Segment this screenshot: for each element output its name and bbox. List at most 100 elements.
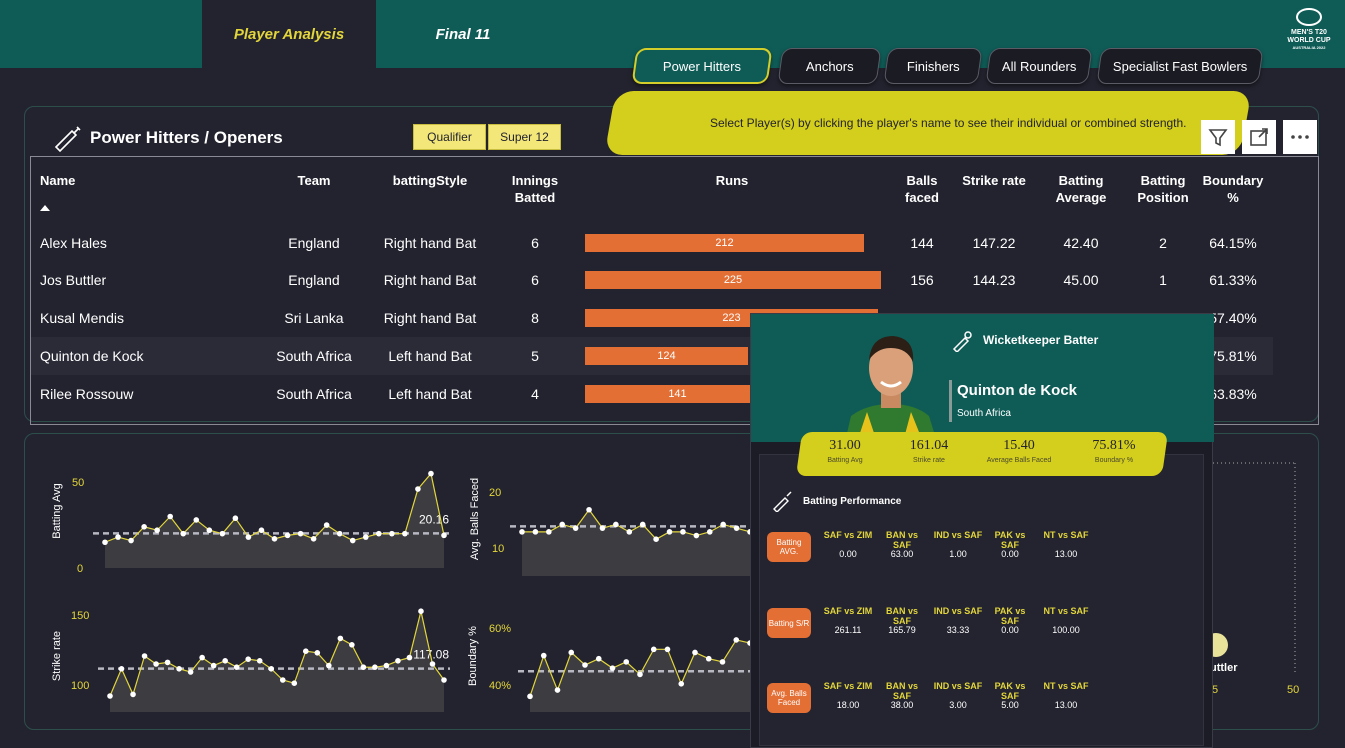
data-point[interactable] — [639, 521, 646, 528]
data-point[interactable] — [540, 652, 547, 659]
data-point[interactable] — [372, 664, 378, 670]
data-point[interactable] — [527, 693, 533, 700]
data-point[interactable] — [653, 536, 659, 542]
data-point[interactable] — [206, 527, 213, 534]
data-point[interactable] — [383, 662, 390, 669]
data-point[interactable] — [719, 659, 726, 665]
reference-value-label: 20.16 — [419, 512, 449, 526]
data-point[interactable] — [233, 664, 240, 670]
data-point[interactable] — [302, 648, 309, 654]
data-point[interactable] — [706, 529, 713, 535]
data-point[interactable] — [271, 536, 278, 542]
data-point[interactable] — [376, 530, 382, 537]
data-point[interactable] — [199, 654, 205, 661]
data-point[interactable] — [153, 661, 159, 667]
data-point[interactable] — [219, 530, 226, 537]
scatter-point[interactable] — [1213, 633, 1228, 657]
data-point[interactable] — [441, 677, 447, 683]
data-point[interactable] — [428, 470, 434, 477]
data-point[interactable] — [568, 649, 575, 656]
performance-match-header: PAK vs SAF — [994, 606, 1026, 626]
data-point[interactable] — [141, 653, 148, 659]
data-point[interactable] — [664, 646, 671, 653]
data-point[interactable] — [256, 658, 263, 664]
data-point[interactable] — [187, 669, 194, 675]
data-point[interactable] — [362, 534, 369, 540]
performance-match-header: NT vs SAF — [1043, 530, 1089, 540]
data-point[interactable] — [429, 661, 436, 667]
data-point[interactable] — [609, 665, 616, 671]
data-point[interactable] — [284, 532, 291, 539]
data-point[interactable] — [519, 529, 525, 535]
data-point[interactable] — [586, 506, 592, 513]
data-point[interactable] — [232, 515, 239, 522]
data-point[interactable] — [650, 646, 657, 653]
data-point[interactable] — [402, 530, 408, 537]
data-point[interactable] — [637, 671, 643, 678]
data-point[interactable] — [720, 521, 726, 528]
data-point[interactable] — [389, 530, 395, 537]
data-point[interactable] — [666, 529, 673, 535]
data-point[interactable] — [128, 537, 134, 544]
data-point[interactable] — [193, 517, 200, 523]
performance-match-header: NT vs SAF — [1043, 606, 1089, 616]
data-point[interactable] — [154, 527, 160, 534]
data-point[interactable] — [395, 658, 401, 664]
data-point[interactable] — [554, 687, 561, 693]
data-point[interactable] — [546, 529, 552, 535]
performance-match-header: SAF vs ZIM — [823, 681, 873, 691]
data-point[interactable] — [613, 521, 619, 528]
data-point[interactable] — [326, 662, 332, 669]
data-point[interactable] — [349, 537, 356, 544]
data-point[interactable] — [336, 530, 343, 537]
data-point[interactable] — [678, 681, 685, 687]
data-point[interactable] — [559, 521, 566, 528]
data-point[interactable] — [310, 536, 317, 542]
data-point[interactable] — [623, 659, 630, 665]
data-point[interactable] — [733, 525, 740, 531]
data-point[interactable] — [268, 666, 275, 672]
data-point[interactable] — [415, 486, 421, 492]
data-point[interactable] — [164, 659, 171, 666]
data-point[interactable] — [258, 527, 265, 534]
data-point[interactable] — [107, 693, 113, 699]
data-point[interactable] — [141, 524, 147, 530]
data-point[interactable] — [222, 658, 228, 664]
data-point[interactable] — [245, 656, 252, 662]
data-point[interactable] — [532, 529, 539, 535]
data-point[interactable] — [418, 608, 424, 614]
data-point[interactable] — [441, 532, 447, 539]
data-point[interactable] — [115, 534, 121, 540]
data-point[interactable] — [176, 666, 182, 672]
performance-badge: Batting AVG. — [767, 532, 811, 562]
data-point[interactable] — [291, 680, 298, 686]
data-point[interactable] — [733, 637, 740, 643]
data-point[interactable] — [572, 525, 579, 531]
data-point[interactable] — [102, 539, 108, 546]
data-point[interactable] — [314, 650, 321, 656]
data-point[interactable] — [692, 649, 698, 656]
data-point[interactable] — [297, 530, 304, 537]
data-point[interactable] — [337, 635, 344, 642]
data-point[interactable] — [595, 655, 602, 662]
data-point[interactable] — [680, 529, 686, 535]
data-point[interactable] — [360, 664, 367, 670]
data-point[interactable] — [626, 529, 633, 535]
data-point[interactable] — [693, 532, 700, 539]
data-point[interactable] — [349, 642, 355, 648]
data-point[interactable] — [167, 513, 173, 520]
data-point[interactable] — [406, 654, 413, 661]
data-point[interactable] — [279, 677, 286, 683]
data-point[interactable] — [130, 691, 136, 698]
data-point[interactable] — [210, 662, 217, 669]
data-point[interactable] — [180, 530, 187, 537]
data-point[interactable] — [118, 666, 125, 672]
performance-value: 38.00 — [890, 700, 914, 710]
tooltip-header: Wicketkeeper Batter Quinton de Kock Sout… — [751, 314, 1214, 442]
data-point[interactable] — [323, 522, 330, 528]
data-point[interactable] — [245, 534, 252, 540]
data-point[interactable] — [599, 525, 606, 531]
data-point[interactable] — [705, 655, 712, 662]
data-point[interactable] — [582, 662, 588, 668]
performance-match-header: PAK vs SAF — [994, 530, 1026, 550]
